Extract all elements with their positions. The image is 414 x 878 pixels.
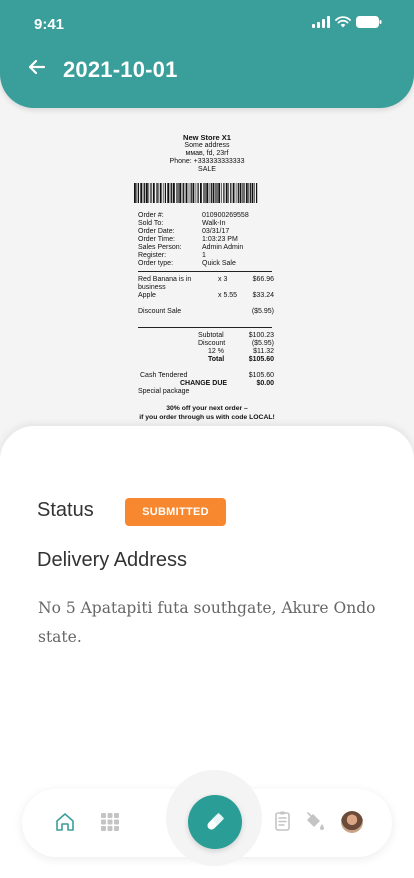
receipt-tax-label: 12 %: [208, 348, 224, 355]
header-bar: 9:41 2021-10-01: [0, 0, 414, 108]
delivery-address-label: Delivery Address: [37, 549, 188, 571]
receipt-change-row: CHANGE DUE $0.00: [138, 380, 280, 388]
status-icons: [312, 16, 382, 28]
avatar[interactable]: [341, 811, 363, 833]
receipt-discount: ($5.95): [251, 340, 274, 347]
receipt-order-key: Register:: [138, 252, 167, 259]
delivery-address: No 5 Apatapiti futa southgate, Akure Ond…: [38, 599, 376, 646]
status-time: 9:41: [34, 16, 65, 33]
app-screen: 9:41 2021-10-01 New Store X1 Some addres…: [0, 0, 414, 878]
receipt-cash: $105.60: [248, 372, 274, 379]
receipt-subtotal-label: Subtotal: [198, 332, 224, 339]
receipt-order-key: Order Time:: [138, 236, 175, 243]
receipt-divider: [138, 327, 272, 328]
receipt-order-key: Sold To:: [138, 220, 164, 227]
receipt-address-2: ммав, fd, 23rf: [185, 150, 229, 157]
receipt-item-row: Discount Sale ($5.95): [138, 308, 280, 324]
home-icon[interactable]: [54, 811, 76, 833]
receipt-change-label: CHANGE DUE: [180, 380, 228, 387]
receipt-promo: 30% off your next order – if you order t…: [128, 404, 286, 422]
receipt-item-row: Red Banana is in business x 3 $66.96: [138, 276, 280, 292]
back-arrow-icon[interactable]: [24, 54, 50, 80]
receipt-tax-row: 12 % $11.32: [138, 348, 280, 356]
receipt-order-value: 1: [202, 252, 206, 259]
receipt-phone: Phone: +333333333333: [169, 158, 245, 165]
status-label: Status: [37, 499, 94, 521]
receipt-total-row: Total $105.60: [138, 356, 280, 364]
page-title: 2021-10-01: [63, 57, 178, 82]
receipt-order-info: Order #: 010900269558 Sold To: Walk-In Order…: [138, 212, 280, 268]
pill-icon: [207, 812, 225, 830]
receipt-tax: $11.32: [253, 348, 274, 355]
receipt-order-value: 03/31/17: [202, 228, 230, 235]
receipt-item-amount: $66.96: [252, 276, 274, 283]
receipt-discount-row: Discount ($5.95): [138, 340, 280, 348]
receipt-total: $105.60: [248, 356, 274, 363]
receipt-order-row: Order type: Quick Sale: [138, 260, 280, 268]
receipt-item-name: Apple: [138, 292, 156, 299]
pill-button[interactable]: [188, 795, 242, 849]
receipt-item-name: Discount Sale: [138, 308, 182, 315]
receipt-order-key: Order type:: [138, 260, 174, 267]
receipt-order-row: Order Time: 1:03:23 PM: [138, 236, 280, 244]
document-icon[interactable]: [272, 810, 294, 832]
receipt-subtotal-row: Subtotal $100.23: [138, 332, 280, 340]
receipt-special: Special package: [138, 388, 190, 395]
receipt-order-row: Order Date: 03/31/17: [138, 228, 280, 236]
status-badge: SUBMITTED: [125, 498, 226, 526]
receipt-order-row: Order #: 010900269558: [138, 212, 280, 220]
barcode: [134, 183, 258, 203]
receipt-promo-line-2: if you order through us with code LOCAL!: [139, 414, 275, 421]
grid-icon[interactable]: [99, 811, 121, 833]
receipt-order-row: Sales Person: Admin Admin: [138, 244, 280, 252]
receipt-discount-label: Discount: [198, 340, 226, 347]
receipt-order-value: Walk-In: [202, 220, 226, 227]
signal-icon: [312, 16, 330, 28]
receipt-change: $0.00: [256, 380, 274, 387]
receipt-order-value: Admin Admin: [202, 244, 244, 251]
status-bar: 9:41: [34, 14, 382, 36]
receipt-promo-line-1: 30% off your next order –: [166, 405, 248, 412]
receipt-order-value: 010900269558: [202, 212, 249, 219]
receipt-cash-label: Cash Tendered: [140, 372, 188, 379]
receipt-total-label: Total: [208, 356, 225, 363]
battery-icon: [356, 16, 382, 28]
receipt-item-amount: ($5.95): [251, 308, 274, 315]
receipt-item-amount: $33.24: [252, 292, 274, 299]
receipt-order-key: Order #:: [138, 212, 164, 219]
receipt-divider: [138, 271, 272, 272]
receipt-item-row: Apple x 5.55 $33.24: [138, 292, 280, 308]
receipt-address-1: Some address: [184, 142, 230, 149]
receipt-image: New Store X1 Some address ммав, fd, 23rf…: [134, 134, 280, 422]
receipt-store-name: New Store X1: [183, 133, 231, 142]
receipt-order-row: Register: 1: [138, 252, 280, 260]
receipt-subtotal: $100.23: [248, 332, 274, 339]
paint-bucket-icon[interactable]: [303, 810, 325, 832]
receipt-order-value: 1:03:23 PM: [202, 236, 238, 243]
receipt-order-key: Sales Person:: [138, 244, 182, 251]
receipt-order-key: Order Date:: [138, 228, 175, 235]
receipt-item-qty: x 5.55: [218, 292, 238, 299]
receipt-order-row: Sold To: Walk-In: [138, 220, 280, 228]
receipt-item-name: Red Banana is in business: [138, 276, 192, 291]
receipt-item-qty: x 3: [218, 276, 228, 283]
receipt-type: SALE: [198, 166, 216, 173]
receipt-items: Red Banana is in business x 3 $66.96 Apple x…: [134, 276, 280, 324]
receipt-order-value: Quick Sale: [202, 260, 236, 267]
wifi-icon: [335, 16, 351, 28]
receipt-cash-row: Cash Tendered $105.60: [138, 372, 280, 380]
